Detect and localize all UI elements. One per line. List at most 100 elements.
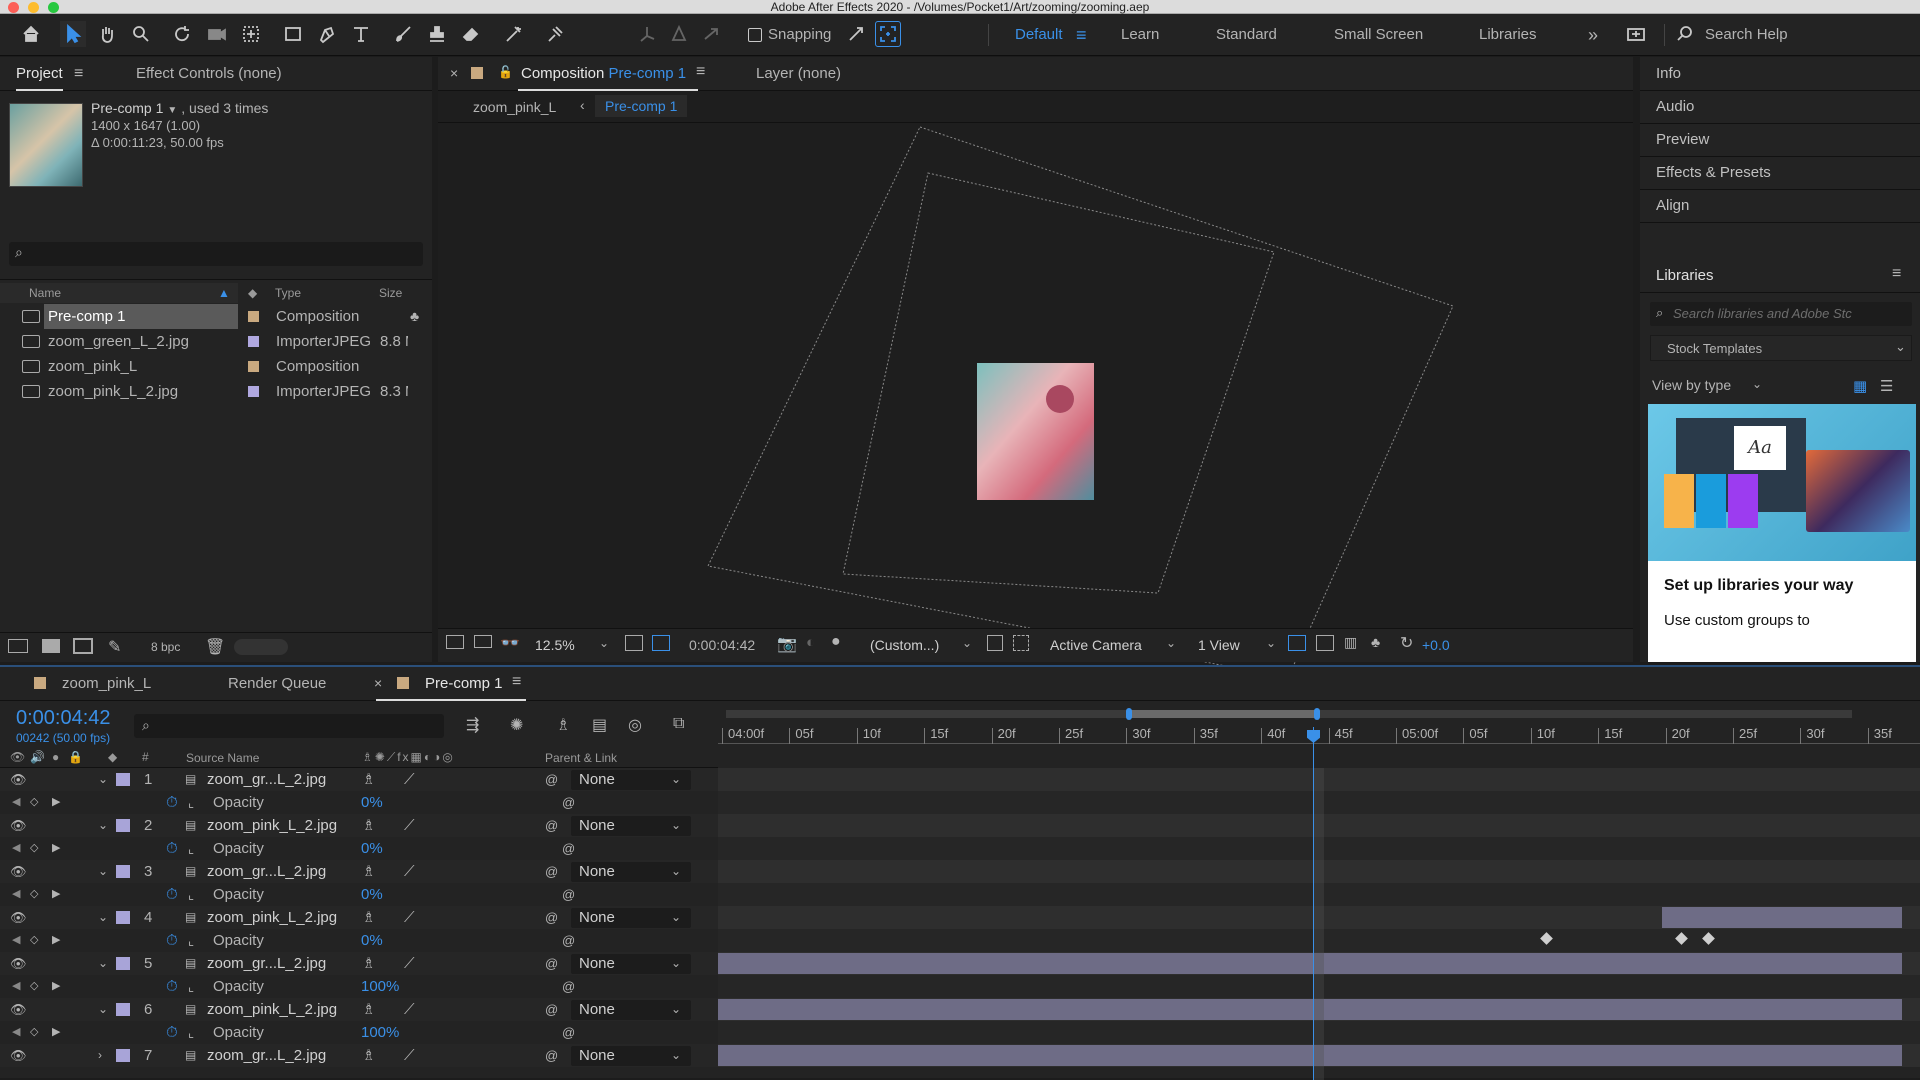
interpret-footage-icon[interactable] <box>8 639 28 653</box>
libraries-panel-title[interactable]: Libraries <box>1656 267 1714 284</box>
label-swatch[interactable] <box>248 386 259 397</box>
label-swatch[interactable] <box>116 1003 130 1016</box>
current-time[interactable]: 0:00:04:42 <box>689 637 755 653</box>
add-keyframe-icon[interactable]: ◇ <box>30 1021 38 1044</box>
eraser-tool-icon[interactable] <box>458 21 484 47</box>
opacity-value[interactable]: 0% <box>361 883 383 906</box>
type-tool-icon[interactable] <box>348 21 374 47</box>
prev-keyframe-icon[interactable]: ◀ <box>12 883 20 906</box>
draft-3d-icon[interactable]: ✺ <box>510 715 523 735</box>
timeline-timecode[interactable]: 0:00:04:42 <box>16 707 111 730</box>
column-type[interactable]: Type <box>275 283 301 303</box>
expression-pick-whip-icon[interactable]: @ <box>562 883 575 906</box>
graph-icon[interactable]: ⌞ <box>188 1021 194 1044</box>
quality-switch-icon[interactable]: ⟋ <box>404 860 415 883</box>
camera-tool-icon[interactable] <box>204 21 230 47</box>
grid-view-icon[interactable]: ▦ <box>1853 377 1867 395</box>
show-snapshot-icon[interactable]: ◐ <box>806 634 815 651</box>
close-tab-icon[interactable]: × <box>450 65 458 81</box>
next-keyframe-icon[interactable]: ▶ <box>52 975 60 998</box>
chevron-down-icon[interactable]: ⌄ <box>98 814 108 837</box>
parent-select[interactable]: None ⌄ <box>571 908 691 928</box>
thumbnail-scrollbar[interactable] <box>234 639 288 655</box>
work-area-end-handle[interactable] <box>1314 708 1320 720</box>
stopwatch-icon[interactable]: ⏱ <box>166 1021 178 1044</box>
comp-mini-flowchart-icon[interactable]: ⇶ <box>466 715 479 735</box>
layer-name[interactable]: zoom_gr...L_2.jpg <box>207 1044 326 1067</box>
view-by-type-select[interactable]: View by type <box>1652 377 1731 393</box>
layer-row[interactable]: 👁 ⌄ 5 ▤ zoom_gr...L_2.jpg ♗ ⟋ @ None ⌄ <box>0 952 718 975</box>
opacity-property-row[interactable]: ◀ ◇ ▶ ⏱ ⌞ Opacity 100% @ <box>0 975 718 998</box>
region-of-interest-icon[interactable] <box>652 635 670 651</box>
chevron-down-icon[interactable]: ⌄ <box>98 952 108 975</box>
zoom-tool-icon[interactable] <box>128 21 154 47</box>
opacity-property-row[interactable]: ◀ ◇ ▶ ⏱ ⌞ Opacity 0% @ <box>0 791 718 814</box>
layer-row[interactable]: 👁 ⌄ 2 ▤ zoom_pink_L_2.jpg ♗ ⟋ @ None ⌄ <box>0 814 718 837</box>
stopwatch-icon[interactable]: ⏱ <box>166 975 178 998</box>
list-view-icon[interactable]: ☰ <box>1880 377 1893 395</box>
column-source-name[interactable]: Source Name <box>186 751 259 765</box>
chevron-down-icon[interactable]: ⌄ <box>1266 636 1276 650</box>
label-swatch[interactable] <box>248 361 259 372</box>
pick-whip-icon[interactable]: @ <box>545 768 558 791</box>
exposure-value[interactable]: +0.0 <box>1422 637 1450 653</box>
column-parent-link[interactable]: Parent & Link <box>545 751 617 765</box>
label-swatch[interactable] <box>116 819 130 832</box>
layer-row[interactable]: 👁 › 7 ▤ zoom_gr...L_2.jpg ♗ ⟋ @ None ⌄ <box>0 1044 718 1067</box>
add-keyframe-icon[interactable]: ◇ <box>30 791 38 814</box>
parent-select[interactable]: None ⌄ <box>571 862 691 882</box>
opacity-value[interactable]: 100% <box>361 1021 399 1044</box>
eye-icon[interactable]: 👁 <box>10 906 27 929</box>
parent-select[interactable]: None ⌄ <box>571 954 691 974</box>
selection-tool-icon[interactable] <box>60 21 86 47</box>
grid-guides-icon[interactable] <box>625 635 643 651</box>
project-settings-icon[interactable]: ✎ <box>108 637 121 657</box>
magnification-select[interactable]: 12.5% <box>535 637 575 653</box>
clone-stamp-tool-icon[interactable] <box>424 21 450 47</box>
work-area-bar[interactable] <box>1128 710 1316 718</box>
video-switch-icon[interactable]: 👁 <box>10 750 25 764</box>
rectangle-tool-icon[interactable] <box>280 21 306 47</box>
close-window-button[interactable] <box>8 2 19 13</box>
color-channels-icon[interactable]: ● <box>831 633 841 651</box>
new-folder-icon[interactable] <box>42 639 60 653</box>
label-swatch[interactable] <box>116 1049 130 1062</box>
timeline-icon[interactable]: ▥ <box>1344 634 1357 651</box>
prev-keyframe-icon[interactable]: ◀ <box>12 791 20 814</box>
quality-switch-icon[interactable]: ⟋ <box>404 998 415 1021</box>
stopwatch-icon[interactable]: ⏱ <box>166 883 178 906</box>
graph-icon[interactable]: ⌞ <box>188 929 194 952</box>
chevron-down-icon[interactable]: ⌄ <box>1752 377 1762 391</box>
eye-icon[interactable]: 👁 <box>10 1044 27 1067</box>
panel-align[interactable]: Align <box>1656 197 1689 214</box>
shy-switch-icon[interactable]: ♗ <box>362 768 375 791</box>
layer-name[interactable]: zoom_gr...L_2.jpg <box>207 768 326 791</box>
solo-switch-icon[interactable]: ● <box>52 750 59 764</box>
eye-icon[interactable]: 👁 <box>10 860 27 883</box>
eye-icon[interactable]: 👁 <box>10 814 27 837</box>
opacity-property-row[interactable]: ◀ ◇ ▶ ⏱ ⌞ Opacity 0% @ <box>0 883 718 906</box>
breadcrumb-parent[interactable]: zoom_pink_L <box>473 99 556 115</box>
opacity-property-row[interactable]: ◀ ◇ ▶ ⏱ ⌞ Opacity 100% @ <box>0 1021 718 1044</box>
shy-switch-icon[interactable]: ♗ <box>362 998 375 1021</box>
parent-select[interactable]: None ⌄ <box>571 816 691 836</box>
composition-canvas[interactable] <box>438 123 1633 685</box>
panel-audio[interactable]: Audio <box>1656 98 1694 115</box>
audio-switch-icon[interactable]: 🔊 <box>30 750 45 764</box>
shy-switch-icon[interactable]: ♗ <box>362 906 375 929</box>
bit-depth[interactable]: 8 bpc <box>151 640 180 654</box>
graph-icon[interactable]: ⌞ <box>188 883 194 906</box>
eye-icon[interactable]: 👁 <box>10 998 27 1021</box>
shy-switch-icon[interactable]: ♗ <box>362 952 375 975</box>
column-size[interactable]: Size <box>379 283 402 303</box>
eye-icon[interactable]: 👁 <box>10 768 27 791</box>
rotate-tool-icon[interactable] <box>170 21 196 47</box>
new-composition-icon[interactable] <box>73 638 93 654</box>
resolution-select[interactable]: (Custom...) <box>870 637 939 653</box>
column-name[interactable]: Name <box>29 283 61 303</box>
layer-row[interactable]: 👁 ⌄ 3 ▤ zoom_gr...L_2.jpg ♗ ⟋ @ None ⌄ <box>0 860 718 883</box>
motion-blur-icon[interactable]: ◎ <box>628 715 642 735</box>
prev-keyframe-icon[interactable]: ◀ <box>12 837 20 860</box>
tab-project[interactable]: Project <box>16 57 63 91</box>
view-layout-select[interactable]: 1 View <box>1198 637 1240 653</box>
